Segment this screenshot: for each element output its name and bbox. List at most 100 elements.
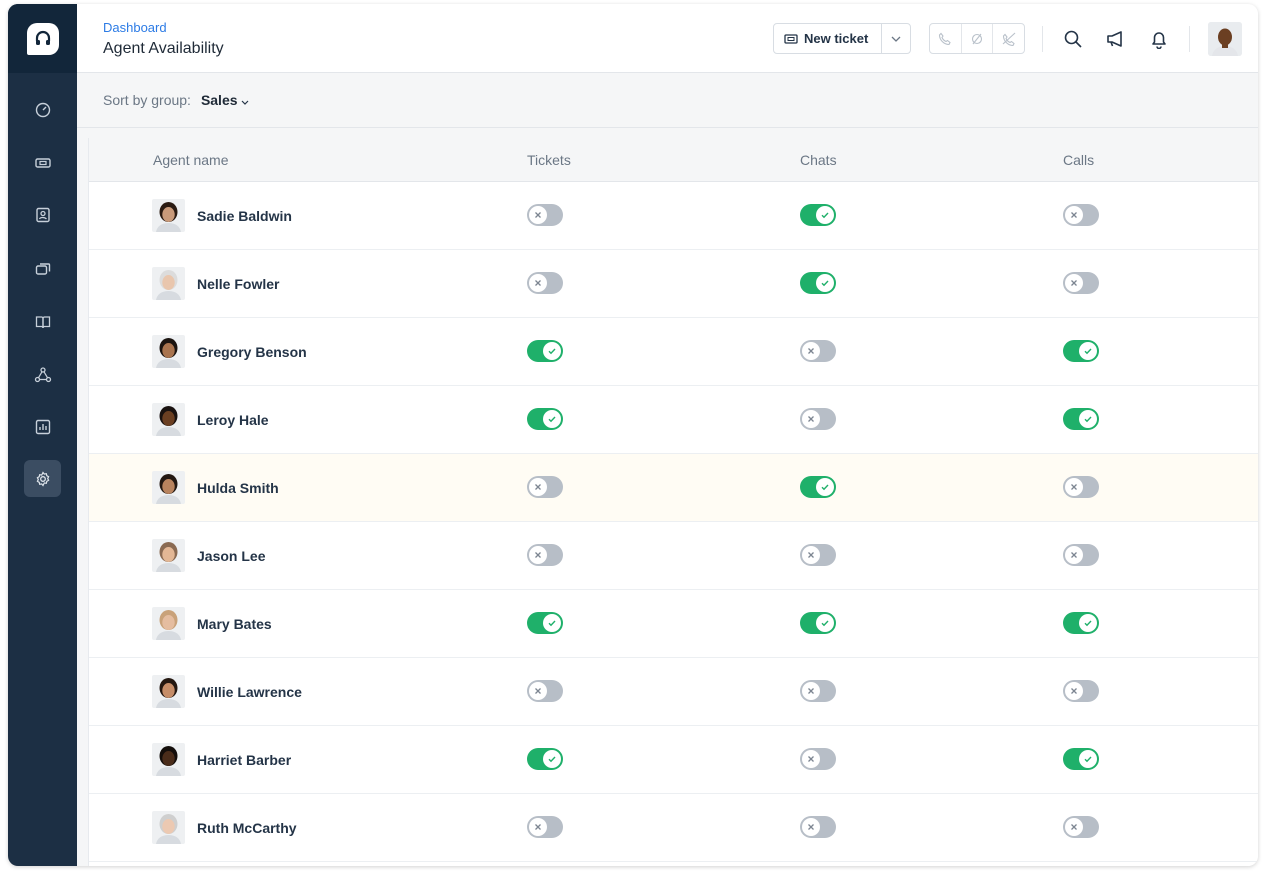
chats-toggle[interactable] [800,204,836,226]
close-icon [529,478,547,496]
agent-name: Mary Bates [197,616,272,632]
calls-toggle[interactable] [1063,816,1099,838]
sort-bar: Sort by group: Sales [77,73,1258,128]
close-icon [1065,478,1083,496]
check-icon [816,614,834,632]
breadcrumb[interactable]: Dashboard [103,20,167,35]
tickets-toggle[interactable] [527,680,563,702]
tickets-toggle[interactable] [527,748,563,770]
calls-toggle[interactable] [1063,340,1099,362]
avatar [152,335,185,368]
calls-toggle[interactable] [1063,748,1099,770]
sidebar-item-social[interactable] [24,356,61,393]
app-window: Dashboard Agent Availability New ticket [8,4,1258,866]
conversations-icon [35,262,50,275]
tickets-toggle[interactable] [527,204,563,226]
headset-logo-icon [26,22,59,55]
phone-controls [929,23,1025,54]
social-icon [34,366,51,382]
check-icon [1079,750,1097,768]
close-icon [802,342,820,360]
check-icon [543,342,561,360]
megaphone-icon [1107,31,1122,47]
tickets-toggle[interactable] [527,612,563,634]
tickets-toggle[interactable] [527,408,563,430]
table-row: Sadie Baldwin [89,182,1258,250]
settings-icon [36,470,49,487]
close-icon [1065,206,1083,224]
check-icon [816,478,834,496]
table-row: Willie Lawrence [89,658,1258,726]
calls-toggle[interactable] [1063,612,1099,634]
calls-toggle[interactable] [1063,680,1099,702]
table-row: Harriet Barber [89,726,1258,794]
notifications-button[interactable] [1146,26,1172,52]
calls-toggle[interactable] [1063,408,1099,430]
chevron-down-icon [241,100,248,105]
sidebar-item-settings[interactable] [24,460,61,497]
sidebar-item-reports[interactable] [24,408,61,445]
phone-off-icon [1002,32,1016,46]
close-icon [802,410,820,428]
table-row: Ruth McCarthy [89,794,1258,862]
chats-toggle[interactable] [800,612,836,634]
divider [1042,26,1043,52]
agent-name: Leroy Hale [197,412,269,428]
check-icon [816,206,834,224]
calls-toggle[interactable] [1063,476,1099,498]
avatar [152,403,185,436]
logo[interactable] [8,4,77,73]
close-icon [1065,274,1083,292]
close-icon [1065,546,1083,564]
sidebar-item-tickets[interactable] [24,144,61,181]
phone-icon [939,32,952,45]
sidebar-item-knowledge-base[interactable] [24,303,61,340]
divider [1189,26,1190,52]
sidebar-item-conversations[interactable] [24,250,61,287]
close-icon [802,682,820,700]
mute-icon [971,33,983,44]
sort-group-value: Sales [200,92,238,108]
search-icon [1064,30,1082,48]
new-ticket-button-group: New ticket [773,23,911,54]
sort-group-dropdown[interactable]: Sales [201,92,249,108]
close-icon [529,818,547,836]
calls-toggle[interactable] [1063,272,1099,294]
contacts-icon [35,207,50,222]
new-ticket-dropdown[interactable] [882,24,910,53]
new-ticket-button[interactable]: New ticket [774,24,882,53]
chats-toggle[interactable] [800,544,836,566]
sidebar-item-dashboard[interactable] [24,91,61,128]
tickets-toggle[interactable] [527,340,563,362]
chats-toggle[interactable] [800,816,836,838]
calls-toggle[interactable] [1063,544,1099,566]
column-header-tickets: Tickets [527,152,571,168]
table-body: Sadie Baldwin Nelle Fowler Gregory Benson L… [89,182,1258,862]
mute-button[interactable] [962,24,994,53]
chats-toggle[interactable] [800,408,836,430]
calls-toggle[interactable] [1063,204,1099,226]
tickets-toggle[interactable] [527,544,563,566]
column-header-agent-name: Agent name [153,152,229,168]
chats-toggle[interactable] [800,680,836,702]
tickets-toggle[interactable] [527,272,563,294]
sidebar-item-contacts[interactable] [24,196,61,233]
chats-toggle[interactable] [800,748,836,770]
tickets-toggle[interactable] [527,476,563,498]
column-header-calls: Calls [1063,152,1095,168]
call-button[interactable] [930,24,962,53]
search-button[interactable] [1060,26,1086,52]
hangup-button[interactable] [993,24,1024,53]
ticket-icon [34,157,51,168]
chats-toggle[interactable] [800,340,836,362]
announcements-button[interactable] [1103,26,1129,52]
chats-toggle[interactable] [800,476,836,498]
chevron-down-icon [891,36,901,42]
user-avatar[interactable] [1208,22,1242,56]
new-ticket-label: New ticket [804,31,869,46]
agent-name: Ruth McCarthy [197,820,297,836]
chats-toggle[interactable] [800,272,836,294]
column-header-chats: Chats [800,152,837,168]
tickets-toggle[interactable] [527,816,563,838]
check-icon [1079,410,1097,428]
